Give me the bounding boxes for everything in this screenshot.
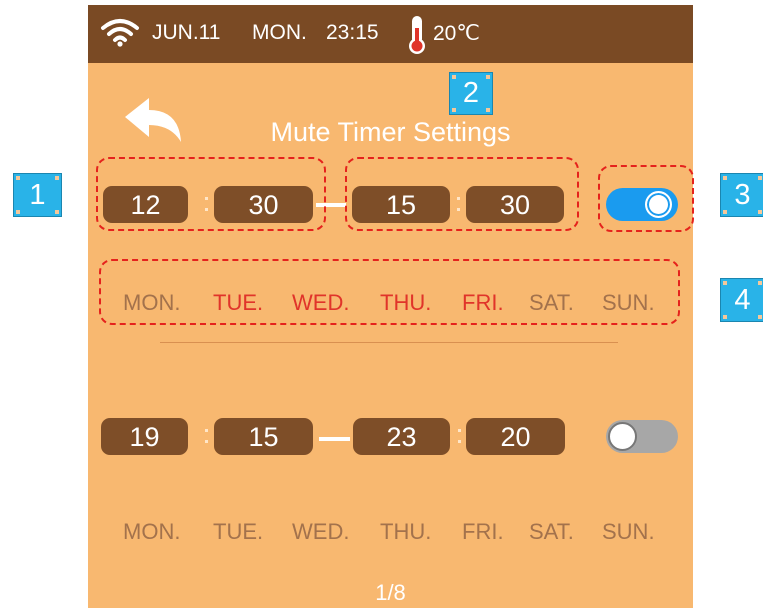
annotation-marker-3: 3 — [720, 173, 763, 217]
timer2-end-minute[interactable]: 20 — [466, 418, 565, 455]
time-separator — [205, 425, 208, 447]
marker-label: 4 — [734, 284, 751, 316]
timer2-day-tue[interactable]: TUE. — [213, 519, 263, 545]
annotation-marker-4: 4 — [720, 278, 763, 322]
timer2-start-hour[interactable]: 19 — [101, 418, 188, 455]
timer2-day-wed[interactable]: WED. — [292, 519, 349, 545]
timer2-start-minute[interactable]: 15 — [214, 418, 313, 455]
timer2-day-sat[interactable]: SAT. — [529, 519, 574, 545]
range-dash — [319, 437, 350, 441]
toggle-knob — [608, 422, 637, 451]
status-temperature: 20℃ — [433, 22, 480, 45]
status-day: MON. — [252, 21, 307, 44]
page-indicator: 1/8 — [375, 580, 406, 605]
wifi-icon — [100, 17, 140, 53]
annotation-box-time-end — [345, 157, 579, 231]
annotation-box-toggle — [598, 165, 694, 232]
annotation-marker-2: 2 — [449, 72, 493, 115]
timer2-day-sun[interactable]: SUN. — [602, 519, 655, 545]
divider — [160, 342, 618, 343]
page-title: Mute Timer Settings — [270, 117, 511, 147]
timer2-end-hour[interactable]: 23 — [353, 418, 450, 455]
status-bar: JUN.11 MON. 23:15 20℃ — [88, 5, 693, 63]
timer2-day-thu[interactable]: THU. — [380, 519, 431, 545]
timer2-day-mon[interactable]: MON. — [123, 519, 180, 545]
timer2-enable-toggle[interactable] — [606, 420, 678, 453]
status-time: 23:15 — [326, 21, 379, 44]
annotation-marker-1: 1 — [13, 173, 62, 217]
annotation-box-days — [99, 259, 680, 325]
marker-label: 3 — [734, 179, 751, 211]
timer2-day-fri[interactable]: FRI. — [462, 519, 504, 545]
marker-label: 2 — [462, 77, 480, 109]
status-date: JUN.11 — [152, 21, 221, 44]
annotation-box-time-start — [96, 157, 326, 231]
time-separator — [458, 425, 461, 447]
marker-label: 1 — [29, 179, 46, 211]
thermometer-icon — [405, 14, 429, 62]
